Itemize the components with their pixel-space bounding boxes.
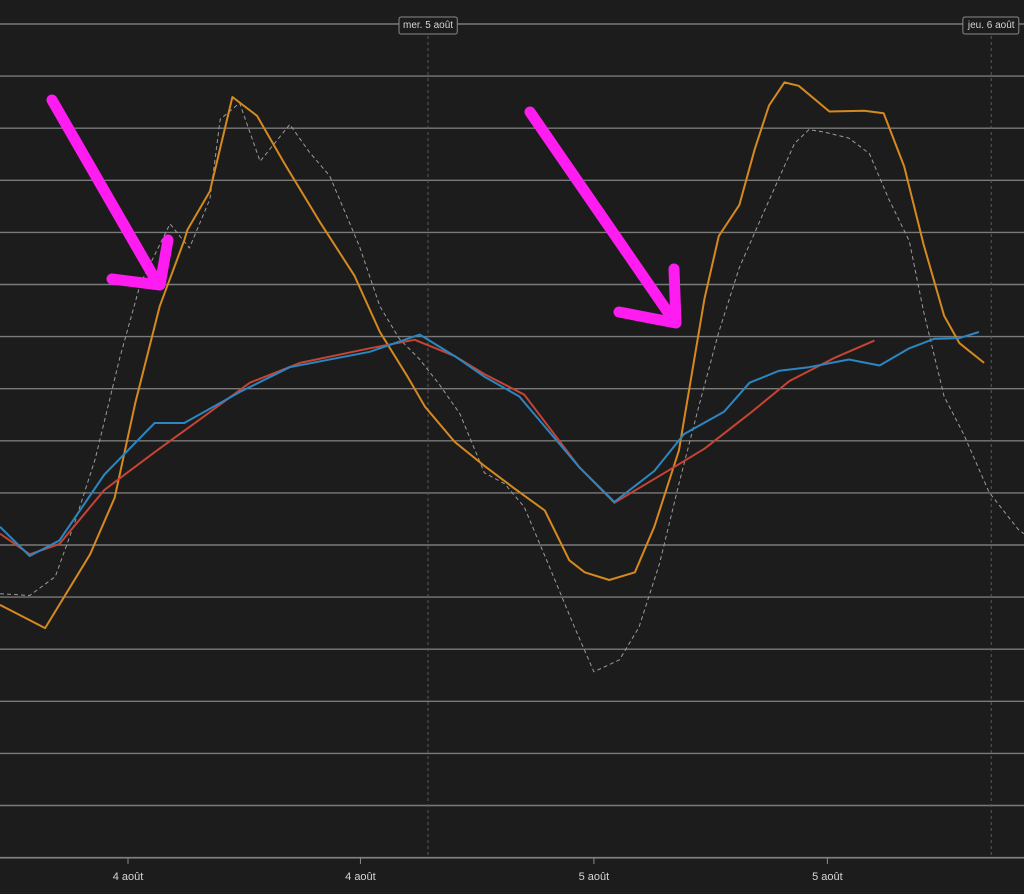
day-marker: jeu. 6 août [962, 16, 1020, 35]
day-markers: mer. 5 août jeu. 6 août [398, 16, 1020, 35]
x-tick-label: 5 août [812, 871, 843, 883]
day-marker-label: jeu. 6 août [967, 20, 1015, 31]
series-line [0, 331, 980, 557]
annotation-arrow-right [524, 106, 682, 329]
x-tick-label: 4 août [113, 871, 144, 883]
x-axis: 4 août 4 août 5 août 5 août [0, 857, 1024, 883]
series-line [0, 81, 985, 630]
x-tick-label: 5 août [579, 871, 610, 883]
chart-container: 4 août 4 août 5 août 5 août mer. 5 août jeu.… [0, 0, 1024, 889]
series-layer [0, 81, 1024, 673]
day-marker: mer. 5 août [398, 16, 458, 35]
annotation-arrows [46, 94, 682, 329]
x-tick-label: 4 août [345, 871, 376, 883]
day-marker-label: mer. 5 août [403, 20, 453, 31]
grid-lines [0, 23, 1024, 859]
line-chart: 4 août 4 août 5 août 5 août mer. 5 août jeu.… [0, 16, 1024, 883]
